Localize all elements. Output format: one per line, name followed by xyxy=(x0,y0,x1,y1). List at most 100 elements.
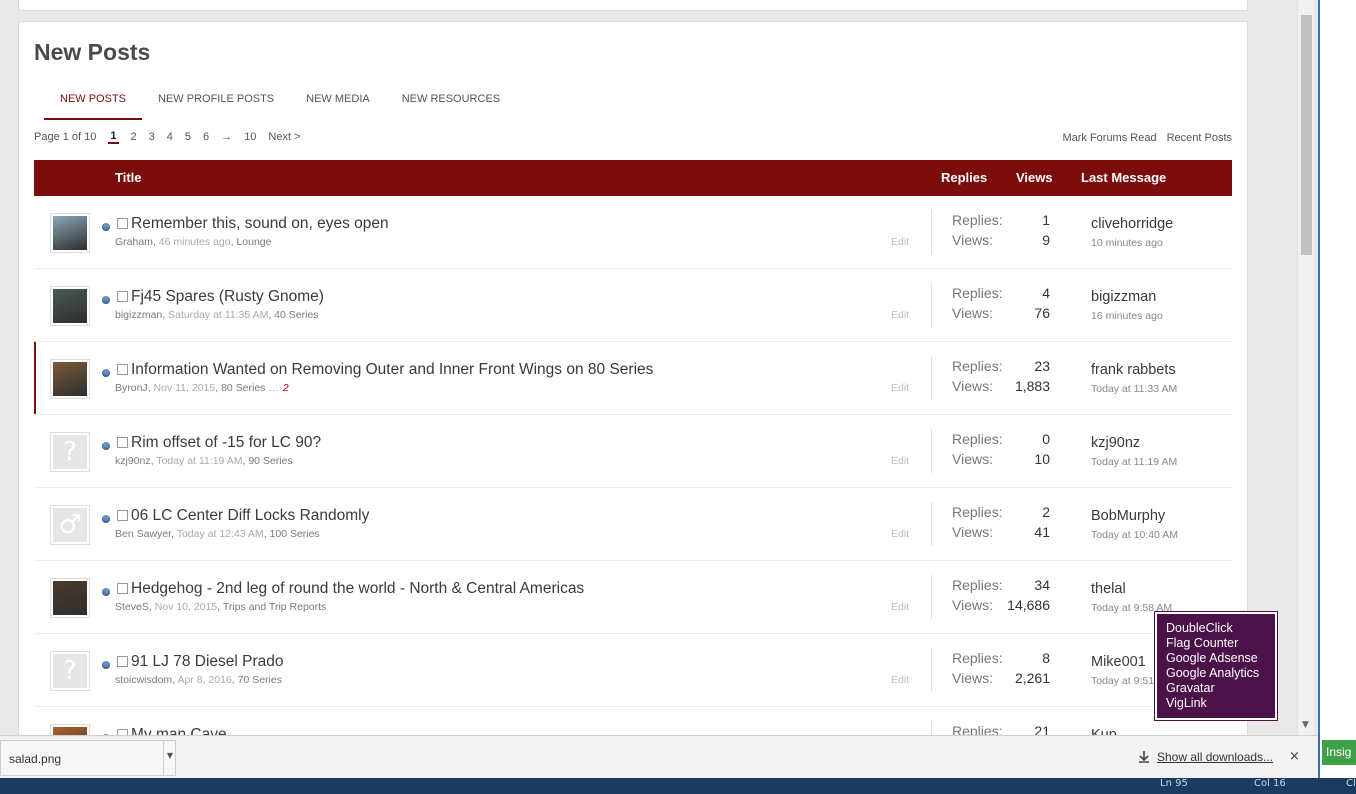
download-item[interactable]: salad.png ▼ xyxy=(0,740,176,776)
last-message-user[interactable]: kzj90nz xyxy=(1091,435,1140,451)
page-link-last[interactable]: 10 xyxy=(244,131,256,143)
thread-row[interactable]: ? 91 LJ 78 Diesel Prado stoicwisdom, Apr 8… xyxy=(34,634,1232,707)
thread-author[interactable]: ByronJ xyxy=(115,382,148,394)
header-replies[interactable]: Replies xyxy=(941,170,987,185)
header-last-message[interactable]: Last Message xyxy=(1081,170,1166,185)
thread-row[interactable]: Information Wanted on Removing Outer and… xyxy=(34,342,1232,415)
edit-link[interactable]: Edit xyxy=(891,528,909,540)
thread-author[interactable]: kzj90nz xyxy=(115,455,151,467)
thread-row[interactable]: Fj45 Spares (Rusty Gnome) bigizzman, Satu… xyxy=(34,269,1232,342)
close-icon[interactable]: × xyxy=(1289,749,1300,764)
thread-title[interactable]: Rim offset of -15 for LC 90? xyxy=(131,434,321,452)
edit-link[interactable]: Edit xyxy=(891,309,909,321)
thread-forum[interactable]: Lounge xyxy=(236,236,271,248)
last-message-time[interactable]: Today at 11:19 AM xyxy=(1091,456,1177,468)
avatar[interactable] xyxy=(50,213,90,253)
thread-title[interactable]: Hedgehog - 2nd leg of round the world - … xyxy=(131,580,584,598)
show-all-downloads-button[interactable]: Show all downloads... xyxy=(1137,750,1273,764)
last-message-user[interactable]: frank rabbets xyxy=(1091,362,1176,378)
avatar[interactable] xyxy=(50,286,90,326)
thread-row[interactable]: Remember this, sound on, eyes open Graham… xyxy=(34,196,1232,269)
avatar[interactable]: ? xyxy=(50,651,90,691)
thread-forum[interactable]: 70 Series xyxy=(238,674,282,686)
mark-forums-read-link[interactable]: Mark Forums Read xyxy=(1062,132,1156,144)
thread-checkbox[interactable] xyxy=(117,583,128,594)
thread-title[interactable]: 06 LC Center Diff Locks Randomly xyxy=(131,507,369,525)
edit-link[interactable]: Edit xyxy=(891,601,909,613)
thread-date: Nov 11, 2015 xyxy=(153,382,216,394)
thread-author[interactable]: Ben Sawyer xyxy=(115,528,171,540)
views-stat: Views: 10 xyxy=(952,451,1050,467)
thread-row[interactable]: ? Rim offset of -15 for LC 90? kzj90nz, To… xyxy=(34,415,1232,488)
header-title[interactable]: Title xyxy=(115,170,142,185)
avatar[interactable]: ? xyxy=(50,432,90,472)
thread-checkbox[interactable] xyxy=(117,510,128,521)
last-message-time[interactable]: 16 minutes ago xyxy=(1091,310,1163,322)
avatar[interactable] xyxy=(50,724,90,735)
last-message-time[interactable]: Today at 10:40 AM xyxy=(1091,529,1178,541)
thread-author[interactable]: stoicwisdom xyxy=(115,674,172,686)
thread-row[interactable]: ♂ 06 LC Center Diff Locks Randomly Ben Saw… xyxy=(34,488,1232,561)
thread-title[interactable]: Fj45 Spares (Rusty Gnome) xyxy=(131,288,324,306)
page-link-3[interactable]: 3 xyxy=(149,131,155,143)
page-scrollbar[interactable]: ▼ xyxy=(1297,0,1314,735)
page-link-6[interactable]: 6 xyxy=(203,131,209,143)
thread-checkbox[interactable] xyxy=(117,437,128,448)
next-page-link[interactable]: Next > xyxy=(268,131,300,143)
thread-author[interactable]: Graham xyxy=(115,236,153,248)
thread-checkbox[interactable] xyxy=(117,364,128,375)
edit-link[interactable]: Edit xyxy=(891,455,909,467)
thread-title[interactable]: Remember this, sound on, eyes open xyxy=(131,215,389,233)
last-message-user[interactable]: BobMurphy xyxy=(1091,508,1165,524)
thread-forum[interactable]: 90 Series xyxy=(248,455,292,467)
last-message-time[interactable]: 10 minutes ago xyxy=(1091,237,1163,249)
extension-badge[interactable]: Insig xyxy=(1322,740,1356,765)
chevron-down-icon[interactable]: ▼ xyxy=(163,741,176,775)
tab-new-media[interactable]: NEW MEDIA xyxy=(290,84,386,120)
last-message-user[interactable]: thelal xyxy=(1091,581,1126,597)
last-message-time[interactable]: Today at 11:33 AM xyxy=(1091,383,1177,395)
thread-author[interactable]: bigizzman xyxy=(115,309,162,321)
views-label: Views: xyxy=(952,378,993,394)
thread-page-link[interactable]: 2 xyxy=(283,382,289,394)
thread-checkbox[interactable] xyxy=(117,656,128,667)
thread-checkbox[interactable] xyxy=(117,218,128,229)
thread-checkbox[interactable] xyxy=(117,291,128,302)
thread-forum[interactable]: 100 Series xyxy=(270,528,320,540)
page-skip-arrow[interactable]: → xyxy=(221,131,232,143)
thread-row[interactable]: My man Cave Replies: 21 Kup xyxy=(34,707,1232,735)
avatar[interactable] xyxy=(50,578,90,618)
edit-link[interactable]: Edit xyxy=(891,382,909,394)
thread-forum[interactable]: Trips and Trip Reports xyxy=(223,601,326,613)
thread-title[interactable]: Information Wanted on Removing Outer and… xyxy=(131,361,653,379)
thread-title[interactable]: 91 LJ 78 Diesel Prado xyxy=(131,653,284,671)
tab-new-profile-posts[interactable]: NEW PROFILE POSTS xyxy=(142,84,290,120)
avatar[interactable] xyxy=(50,359,90,399)
scrollbar-thumb[interactable] xyxy=(1301,15,1312,255)
thread-title[interactable]: My man Cave xyxy=(131,726,227,735)
recent-posts-link[interactable]: Recent Posts xyxy=(1167,132,1232,144)
edit-link[interactable]: Edit xyxy=(891,236,909,248)
page-link-1[interactable]: 1 xyxy=(108,130,119,144)
thread-forum[interactable]: 80 Series xyxy=(221,382,265,394)
thread-author[interactable]: SteveS xyxy=(115,601,149,613)
page-link-2[interactable]: 2 xyxy=(131,131,137,143)
page-link-4[interactable]: 4 xyxy=(167,131,173,143)
edit-link[interactable]: Edit xyxy=(891,674,909,686)
avatar[interactable]: ♂ xyxy=(50,505,90,545)
last-message-time[interactable]: Today at 9:51 xyxy=(1091,675,1154,687)
thread-forum[interactable]: 40 Series xyxy=(274,309,318,321)
thread-row[interactable]: Hedgehog - 2nd leg of round the world - … xyxy=(34,561,1232,634)
header-views[interactable]: Views xyxy=(1016,170,1053,185)
last-message-user[interactable]: bigizzman xyxy=(1091,289,1156,305)
scroll-down-arrow-icon[interactable]: ▼ xyxy=(1302,720,1309,730)
last-message-user[interactable]: clivehorridge xyxy=(1091,216,1173,232)
tab-new-resources[interactable]: NEW RESOURCES xyxy=(386,84,516,120)
thread-meta: SteveS, Nov 10, 2015, Trips and Trip Rep… xyxy=(115,601,327,613)
thread-meta: bigizzman, Saturday at 11:35 AM, 40 Seri… xyxy=(115,309,319,321)
page-link-5[interactable]: 5 xyxy=(185,131,191,143)
last-message-user[interactable]: Mike001 xyxy=(1091,654,1146,670)
tab-new-posts[interactable]: NEW POSTS xyxy=(44,84,143,120)
last-message-user[interactable]: Kup xyxy=(1091,727,1117,735)
replies-stat: Replies: 21 xyxy=(952,723,1050,735)
